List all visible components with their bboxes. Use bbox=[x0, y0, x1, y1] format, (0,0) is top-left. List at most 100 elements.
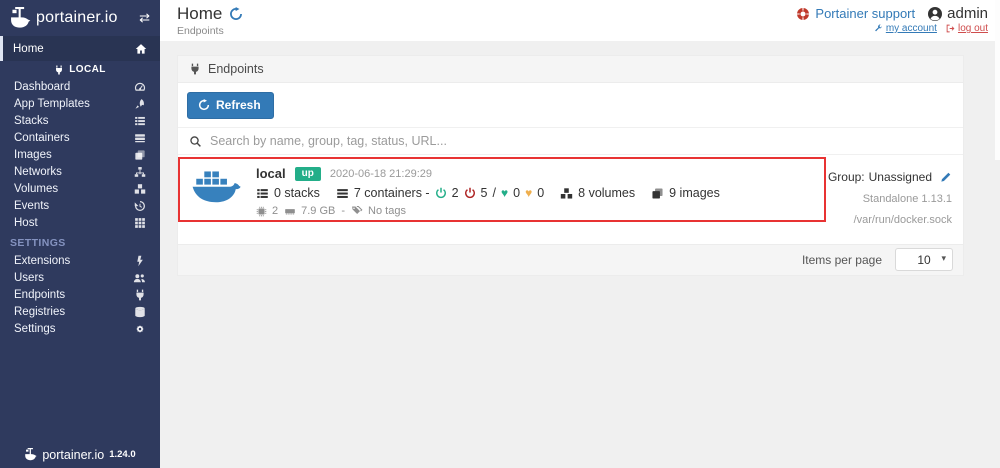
widget-toolbar: Refresh bbox=[178, 83, 963, 127]
my-account-link[interactable]: my account bbox=[874, 23, 937, 34]
refresh-page-icon[interactable] bbox=[229, 7, 243, 21]
gears-icon bbox=[134, 323, 146, 335]
endpoint-info: local up 2020-06-18 21:29:29 0 stacks 7 … bbox=[256, 166, 720, 217]
sign-out-icon bbox=[946, 24, 955, 33]
stacks-count: 0 stacks bbox=[274, 186, 320, 200]
item-label: Host bbox=[14, 216, 38, 229]
cubes-icon bbox=[560, 187, 573, 200]
sidebar-item-images[interactable]: Images bbox=[0, 146, 160, 163]
endpoints-widget: Endpoints Refresh Search by name, group,… bbox=[177, 55, 964, 276]
list-icon bbox=[256, 187, 269, 200]
unhealthy-stat: ♥ 0 bbox=[525, 186, 544, 200]
main-content: Endpoints Refresh Search by name, group,… bbox=[160, 41, 1000, 468]
item-label: Endpoints bbox=[14, 288, 66, 301]
sidebar-item-networks[interactable]: Networks bbox=[0, 163, 160, 180]
clone-icon bbox=[134, 149, 146, 161]
sidebar-section-local: LOCAL bbox=[0, 61, 160, 78]
stopped-count: 5 bbox=[480, 186, 488, 200]
images-stat: 9 images bbox=[651, 186, 720, 200]
logo-text: portainer.io bbox=[36, 9, 118, 26]
sidebar-item-settings[interactable]: Settings bbox=[0, 320, 160, 337]
volumes-stat: 8 volumes bbox=[560, 186, 635, 200]
my-account-label: my account bbox=[885, 23, 937, 34]
history-icon bbox=[134, 200, 146, 212]
sidebar-collapse-icon[interactable]: ⇄ bbox=[139, 10, 150, 26]
running-stat: 2 bbox=[435, 186, 459, 200]
log-out-link[interactable]: log out bbox=[946, 23, 988, 34]
cpu-count: 2 bbox=[272, 205, 279, 217]
item-label: Images bbox=[14, 148, 52, 161]
sidebar-item-host[interactable]: Host bbox=[0, 214, 160, 231]
scrollbar-track[interactable] bbox=[995, 0, 1000, 160]
edit-group-icon[interactable] bbox=[940, 171, 952, 183]
sidebar-footer: portainer.io 1.24.0 bbox=[0, 447, 160, 462]
sidebar: portainer.io ⇄ Home LOCAL Dashboard App … bbox=[0, 0, 160, 468]
life-ring-icon bbox=[796, 7, 810, 21]
sidebar-item-dashboard[interactable]: Dashboard bbox=[0, 78, 160, 95]
ram-value: 7.9 GB bbox=[301, 205, 336, 217]
endpoint-timestamp: 2020-06-18 21:29:29 bbox=[329, 167, 432, 180]
user-menu[interactable]: admin bbox=[927, 5, 988, 22]
endpoint-name: local bbox=[256, 166, 286, 181]
item-label: App Templates bbox=[14, 97, 90, 110]
item-label: Users bbox=[14, 271, 45, 284]
caret-down-icon: ▾ bbox=[941, 253, 946, 264]
sidebar-home-label: Home bbox=[13, 42, 44, 55]
endpoint-row-local[interactable]: local up 2020-06-18 21:29:29 0 stacks 7 … bbox=[178, 155, 963, 244]
plug-icon bbox=[134, 289, 146, 301]
widget-header: Endpoints bbox=[178, 56, 963, 83]
local-header-label: LOCAL bbox=[69, 64, 106, 75]
server-icon bbox=[134, 132, 146, 144]
search-icon bbox=[189, 135, 202, 148]
grid-icon bbox=[134, 217, 146, 229]
power-off-icon bbox=[464, 187, 476, 199]
running-count: 2 bbox=[451, 186, 459, 200]
user-block: Portainer support admin my account log o… bbox=[796, 5, 988, 34]
tags-stat: No tags bbox=[351, 205, 406, 217]
refresh-button[interactable]: Refresh bbox=[187, 92, 274, 119]
power-on-icon bbox=[435, 187, 447, 199]
healthy-stat: ♥ 0 bbox=[501, 186, 520, 200]
healthy-heart-icon: ♥ bbox=[500, 186, 509, 200]
bolt-icon bbox=[134, 255, 146, 267]
widget-footer: Items per page 10 ▾ bbox=[178, 243, 963, 275]
version-label: 1.24.0 bbox=[109, 449, 136, 460]
search-bar bbox=[178, 127, 963, 155]
items-per-page-label: Items per page bbox=[801, 252, 882, 267]
tachometer-icon bbox=[134, 81, 146, 93]
footer-logo-text: portainer.io bbox=[42, 447, 105, 462]
user-circle-icon bbox=[927, 6, 943, 22]
page-size-select[interactable]: 10 ▾ bbox=[895, 248, 953, 272]
server-icon bbox=[336, 187, 349, 200]
item-label: Events bbox=[14, 199, 50, 212]
sidebar-item-users[interactable]: Users bbox=[0, 269, 160, 286]
sidebar-logo-row: portainer.io ⇄ bbox=[0, 0, 160, 36]
sidebar-item-extensions[interactable]: Extensions bbox=[0, 252, 160, 269]
sidebar-item-registries[interactable]: Registries bbox=[0, 303, 160, 320]
volumes-count: 8 volumes bbox=[578, 186, 636, 200]
portainer-support-link[interactable]: Portainer support bbox=[796, 6, 915, 21]
title-block: Home Endpoints bbox=[177, 4, 243, 37]
item-label: Settings bbox=[14, 322, 56, 335]
username-label: admin bbox=[947, 5, 988, 22]
sidebar-item-endpoints[interactable]: Endpoints bbox=[0, 286, 160, 303]
sitemap-icon bbox=[134, 166, 146, 178]
search-input[interactable] bbox=[210, 134, 952, 148]
support-label: Portainer support bbox=[815, 6, 916, 21]
separator: / bbox=[492, 186, 496, 200]
sidebar-item-stacks[interactable]: Stacks bbox=[0, 112, 160, 129]
sidebar-item-app-templates[interactable]: App Templates bbox=[0, 95, 160, 112]
sidebar-item-events[interactable]: Events bbox=[0, 197, 160, 214]
item-label: Networks bbox=[14, 165, 62, 178]
sidebar-item-home[interactable]: Home bbox=[0, 36, 160, 61]
healthy-count: 0 bbox=[513, 186, 521, 200]
sidebar-item-containers[interactable]: Containers bbox=[0, 129, 160, 146]
plug-icon bbox=[54, 65, 64, 75]
top-header: Home Endpoints Portainer support admin m… bbox=[160, 0, 1000, 41]
sidebar-item-volumes[interactable]: Volumes bbox=[0, 180, 160, 197]
ram-stat: 7.9 GB bbox=[284, 205, 335, 217]
endpoint-meta: Group: Unassigned Standalone 1.13.1 /var/… bbox=[828, 166, 955, 231]
item-label: Registries bbox=[14, 305, 66, 318]
memory-icon bbox=[284, 206, 296, 217]
sidebar-section-settings: SETTINGS bbox=[10, 237, 66, 249]
